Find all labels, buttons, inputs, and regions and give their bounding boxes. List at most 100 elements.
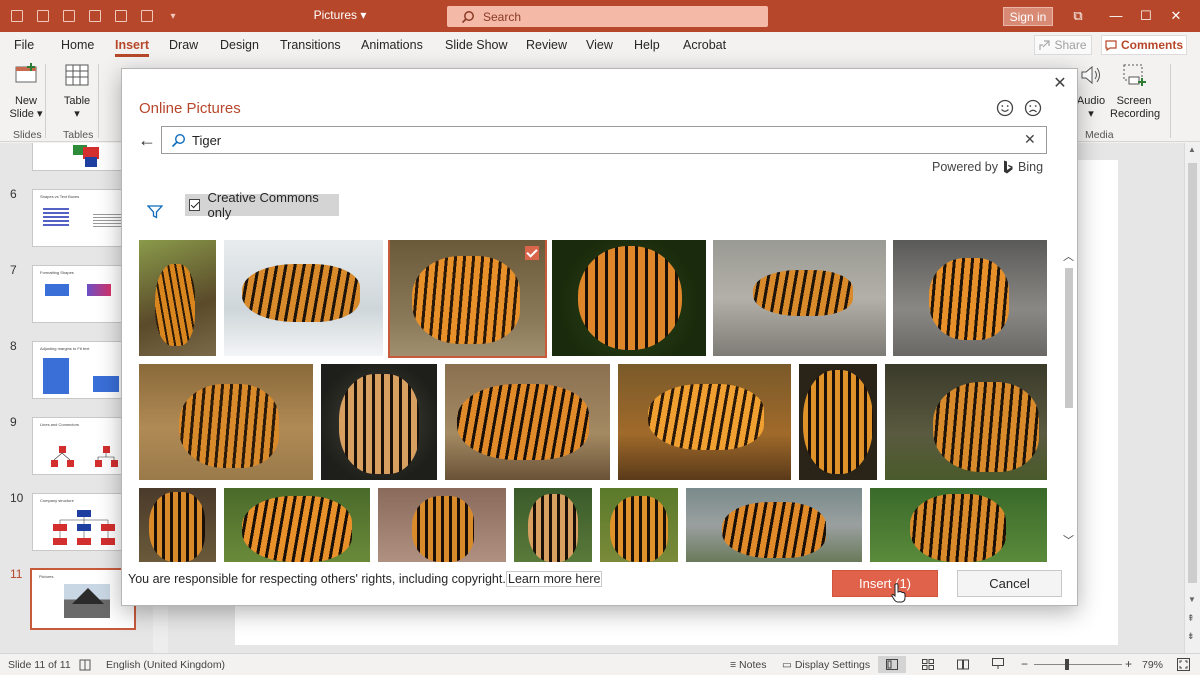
image-result[interactable]	[552, 240, 706, 356]
zoom-slider-thumb[interactable]	[1065, 659, 1069, 670]
slide-thumbnail-10[interactable]: Company structure	[32, 493, 134, 551]
image-result[interactable]	[600, 488, 678, 562]
image-result[interactable]	[321, 364, 437, 480]
slide-thumbnail-6[interactable]: Shapes vs Text Boxes	[32, 189, 134, 247]
image-result-selected[interactable]	[388, 240, 547, 358]
image-result[interactable]	[139, 364, 313, 480]
next-slide-icon[interactable]: ⇟	[1187, 631, 1195, 642]
image-result[interactable]	[378, 488, 506, 562]
cancel-button[interactable]: Cancel	[957, 570, 1062, 597]
display-settings-button[interactable]: ▭ Display Settings	[782, 659, 870, 671]
tab-animations[interactable]: Animations	[361, 38, 423, 52]
slide-thumbnail-8[interactable]: Adjusting margins to Fit text	[32, 341, 134, 399]
tab-transitions[interactable]: Transitions	[280, 38, 341, 52]
send-smile-icon[interactable]	[996, 99, 1014, 117]
image-search-input[interactable]	[192, 131, 1012, 149]
ribbon-display-icon[interactable]: ⧉	[1068, 7, 1088, 25]
slide-show-icon[interactable]	[992, 658, 1004, 670]
comments-button[interactable]: Comments	[1101, 35, 1187, 55]
notes-button[interactable]: ≡ Notes	[730, 659, 766, 671]
shapes-icon[interactable]	[60, 7, 78, 25]
tab-help[interactable]: Help	[634, 38, 660, 52]
search-box[interactable]: Search	[447, 6, 768, 27]
reading-view-icon[interactable]	[957, 659, 969, 670]
new-slide-button[interactable]: New Slide ▾	[9, 62, 43, 121]
image-result[interactable]	[139, 488, 216, 562]
tab-home[interactable]: Home	[61, 38, 94, 52]
tab-file[interactable]: File	[14, 38, 34, 52]
image-result[interactable]	[799, 364, 877, 480]
image-result[interactable]	[870, 488, 1047, 562]
slide-number: 6	[10, 187, 17, 201]
screen-recording-button[interactable]: Screen Recording	[1110, 62, 1160, 121]
tab-acrobat[interactable]: Acrobat	[683, 38, 726, 52]
language-indicator[interactable]: English (United Kingdom)	[106, 659, 225, 671]
image-result[interactable]	[224, 240, 383, 356]
image-search-field[interactable]: ✕	[161, 126, 1047, 154]
scroll-down-chevron-icon[interactable]: ﹀	[1063, 532, 1074, 548]
zoom-slider[interactable]	[1034, 664, 1122, 665]
zoom-in-icon[interactable]: +	[1125, 657, 1132, 671]
audio-button[interactable]: Audio ▾	[1074, 62, 1108, 121]
image-result[interactable]	[893, 240, 1047, 356]
ungroup-icon[interactable]	[138, 7, 156, 25]
scroll-up-chevron-icon[interactable]: ︿	[1063, 248, 1074, 264]
image-result[interactable]	[139, 240, 216, 356]
slide-thumbnail-7[interactable]: Formatting Shapes	[32, 265, 134, 323]
clear-search-icon[interactable]: ✕	[1024, 131, 1036, 148]
zoom-level[interactable]: 79%	[1142, 659, 1163, 671]
image-result[interactable]	[885, 364, 1047, 480]
customize-qat-icon[interactable]: ▾	[164, 7, 182, 25]
slide-sorter-icon[interactable]	[922, 659, 934, 670]
group-label-tables: Tables	[63, 129, 94, 141]
minimize-icon[interactable]: —	[1106, 7, 1126, 25]
tab-insert[interactable]: Insert	[115, 38, 150, 57]
insert-button[interactable]: Insert (1)	[832, 570, 938, 597]
image-result[interactable]	[713, 240, 886, 356]
image-result[interactable]	[445, 364, 610, 480]
tab-slide-show[interactable]: Slide Show	[445, 38, 508, 52]
tab-draw[interactable]: Draw	[169, 38, 198, 52]
slide-number-active: 11	[10, 567, 23, 581]
maximize-icon[interactable]: ☐	[1136, 7, 1156, 25]
back-arrow-icon[interactable]: ←	[138, 130, 156, 151]
share-button[interactable]: Share	[1034, 35, 1092, 55]
document-title[interactable]: Pictures ▾	[290, 8, 390, 22]
document-title-text: Pictures	[313, 8, 357, 22]
slide-thumbnail-9[interactable]: Lines and Connectors	[32, 417, 134, 475]
image-result[interactable]	[514, 488, 592, 562]
image-result[interactable]	[224, 488, 370, 562]
dialog-close-icon[interactable]: ✕	[1050, 73, 1070, 93]
accessibility-icon[interactable]	[79, 659, 91, 671]
filter-icon[interactable]	[147, 205, 163, 219]
tab-view[interactable]: View	[586, 38, 613, 52]
start-from-beginning-icon[interactable]	[34, 7, 52, 25]
sign-in-button[interactable]: Sign in	[1003, 7, 1053, 26]
autosave-icon[interactable]	[8, 7, 26, 25]
scroll-down-icon[interactable]: ▼	[1188, 595, 1196, 604]
tab-review[interactable]: Review	[526, 38, 567, 52]
slide-number: 7	[10, 263, 17, 277]
zoom-out-icon[interactable]: −	[1021, 657, 1028, 671]
close-window-icon[interactable]: ✕	[1166, 7, 1186, 25]
table-button[interactable]: Table ▾	[60, 62, 94, 121]
tab-design[interactable]: Design	[220, 38, 259, 52]
slide-thumbnail-5[interactable]	[32, 143, 134, 171]
scroll-thumb[interactable]	[1188, 163, 1197, 583]
quick-access-toolbar: ▾	[8, 7, 182, 25]
arrange-icon[interactable]	[86, 7, 104, 25]
results-scroll-thumb[interactable]	[1065, 268, 1073, 408]
group-icon[interactable]	[112, 7, 130, 25]
creative-commons-checkbox[interactable]: Creative Commons only	[185, 190, 339, 220]
vertical-scrollbar[interactable]: ▲ ▼ ⇞ ⇟	[1184, 143, 1200, 653]
slide-thumbnail-title: Formatting Shapes	[40, 270, 74, 275]
scroll-up-icon[interactable]: ▲	[1188, 145, 1196, 154]
send-frown-icon[interactable]	[1024, 99, 1042, 117]
fit-slide-icon[interactable]	[1177, 658, 1190, 671]
image-result[interactable]	[618, 364, 791, 480]
learn-more-link[interactable]: Learn more here	[506, 571, 603, 587]
thumb-shape	[93, 376, 119, 392]
image-result[interactable]	[686, 488, 862, 562]
previous-slide-icon[interactable]: ⇞	[1187, 613, 1195, 624]
results-scrollbar[interactable]: ︿ ﹀	[1062, 240, 1076, 562]
